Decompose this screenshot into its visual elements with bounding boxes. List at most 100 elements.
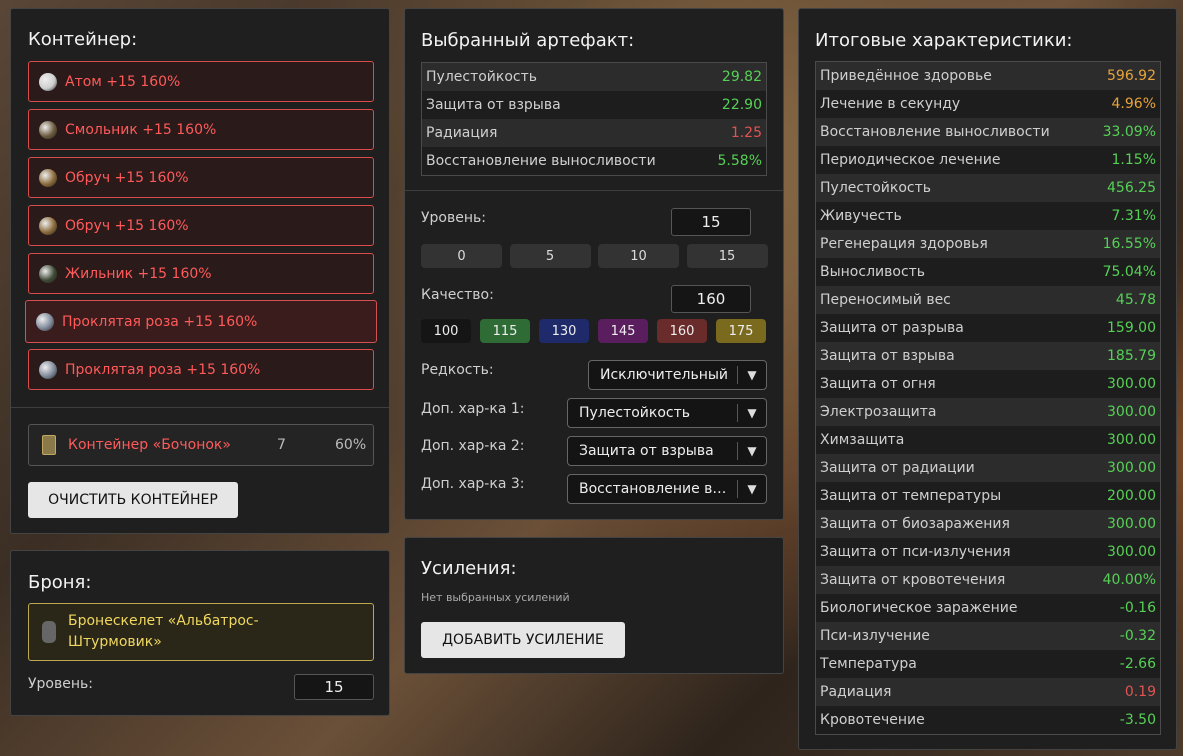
stat-row: Защита от радиации 300.00 — [816, 454, 1160, 482]
stat-value: 200.00 — [1107, 488, 1156, 504]
stat-row: Защита от разрыва 159.00 — [816, 314, 1160, 342]
stat-value: 29.82 — [721, 69, 762, 85]
stat-row: Пулестойкость 456.25 — [816, 174, 1160, 202]
rarity-select[interactable]: Исключительный ▼ — [588, 360, 767, 390]
total-stats-title: Итоговые характеристики: — [815, 30, 1073, 51]
chevron-down-icon: ▼ — [747, 406, 757, 420]
artifact-stats-table: Пулестойкость 29.82 Защита от взрыва 22.90 Р… — [421, 62, 767, 176]
extra-stat-2-select[interactable]: Защита от взрыва ▼ — [567, 436, 767, 466]
total-stats-table: Приведённое здоровье 596.92 Лечение в секу… — [815, 61, 1161, 735]
artifact-slot-label: Проклятая роза +15 160% — [62, 313, 258, 330]
add-boost-button[interactable]: ДОБАВИТЬ УСИЛЕНИЕ — [421, 622, 625, 658]
stat-row: Пулестойкость 29.82 — [422, 63, 766, 91]
quality-label: Качество: — [421, 287, 494, 303]
quality-preset-button[interactable]: 145 — [598, 319, 648, 343]
stat-row: Биологическое заражение -0.16 — [816, 594, 1160, 622]
stat-value: 300.00 — [1107, 516, 1156, 532]
ring-artifact-icon — [39, 168, 57, 187]
extra-stat-3-label: Доп. хар-ка 3: — [421, 476, 525, 492]
extra-stat-2-label: Доп. хар-ка 2: — [421, 438, 525, 454]
stat-value: 40.00% — [1102, 572, 1156, 588]
stat-value: 1.15% — [1111, 152, 1156, 168]
boosts-title: Усиления: — [421, 558, 517, 579]
stat-value: 45.78 — [1115, 292, 1156, 308]
artifact-slot[interactable]: Смольник +15 160% — [28, 109, 374, 150]
cursed-rose-artifact-icon — [36, 312, 54, 331]
quality-preset-button[interactable]: 175 — [716, 319, 766, 343]
artifact-slot-label: Жильник +15 160% — [65, 265, 212, 282]
stat-name: Приведённое здоровье — [820, 68, 992, 84]
stat-name: Защита от разрыва — [820, 320, 964, 336]
armor-level-input[interactable]: 15 — [294, 674, 374, 700]
cursed-rose-artifact-icon — [39, 360, 57, 379]
level-preset-button[interactable]: 10 — [598, 244, 679, 268]
level-preset-button[interactable]: 0 — [421, 244, 502, 268]
stat-value: 33.09% — [1102, 124, 1156, 140]
stat-row: Защита от кровотечения 40.00% — [816, 566, 1160, 594]
stat-name: Защита от кровотечения — [820, 572, 1006, 588]
barrel-protection-percent: 60% — [335, 437, 367, 453]
stat-value: -0.32 — [1119, 628, 1156, 644]
stat-row: Восстановление выносливости 5.58% — [422, 147, 766, 175]
stat-name: Пулестойкость — [426, 69, 538, 85]
stat-row: Химзащита 300.00 — [816, 426, 1160, 454]
stat-value: 1.25 — [730, 125, 762, 141]
chevron-down-icon: ▼ — [747, 444, 757, 458]
stat-name: Регенерация здоровья — [820, 236, 988, 252]
stat-value: 300.00 — [1107, 460, 1156, 476]
clear-container-button[interactable]: ОЧИСТИТЬ КОНТЕЙНЕР — [28, 482, 238, 518]
stat-value: 7.31% — [1111, 208, 1156, 224]
stat-name: Лечение в секунду — [820, 96, 961, 112]
stat-value: 16.55% — [1102, 236, 1156, 252]
divider — [405, 190, 783, 191]
stat-value: 456.25 — [1107, 180, 1156, 196]
extra-stat-1-select[interactable]: Пулестойкость ▼ — [567, 398, 767, 428]
armor-item[interactable]: Бронескелет «Альбатрос-Штурмовик» — [28, 603, 374, 661]
artifact-slot[interactable]: Проклятая роза +15 160% — [28, 349, 374, 390]
artifact-slot[interactable]: Жильник +15 160% — [28, 253, 374, 294]
level-preset-button[interactable]: 15 — [686, 244, 768, 268]
stat-row: Радиация 1.25 — [422, 119, 766, 147]
quality-preset-button[interactable]: 130 — [539, 319, 589, 343]
level-preset-button[interactable]: 5 — [509, 244, 591, 268]
total-stats-panel: Итоговые характеристики: Приведённое здо… — [798, 8, 1177, 750]
artifact-slot-label: Обруч +15 160% — [65, 217, 189, 234]
rarity-label: Редкость: — [421, 362, 494, 378]
artifact-slot[interactable]: Атом +15 160% — [28, 61, 374, 102]
quality-preset-button[interactable]: 100 — [421, 319, 471, 343]
stat-name: Пулестойкость — [820, 180, 932, 196]
stat-name: Живучесть — [820, 208, 902, 224]
barrel-slot-count: 7 — [277, 437, 286, 453]
zhilnik-artifact-icon — [39, 264, 57, 283]
stat-name: Электрозащита — [820, 404, 937, 420]
stat-row: Защита от взрыва 185.79 — [816, 342, 1160, 370]
artifact-level-input[interactable]: 15 — [671, 208, 751, 236]
stat-name: Защита от взрыва — [820, 348, 955, 364]
stat-row: Защита от биозаражения 300.00 — [816, 510, 1160, 538]
quality-input[interactable]: 160 — [671, 285, 751, 313]
stat-value: 300.00 — [1107, 376, 1156, 392]
quality-preset-button[interactable]: 115 — [480, 319, 530, 343]
stat-row: Восстановление выносливости 33.09% — [816, 118, 1160, 146]
extra-stat-3-value: Восстановление выносливости — [579, 481, 737, 497]
stat-value: 75.04% — [1102, 264, 1156, 280]
extra-stat-3-select[interactable]: Восстановление выносливости ▼ — [567, 474, 767, 504]
stat-row: Защита от пси-излучения 300.00 — [816, 538, 1160, 566]
stat-value: 5.58% — [717, 153, 762, 169]
artifact-slot[interactable]: Проклятая роза +15 160% — [25, 300, 377, 343]
stat-name: Кровотечение — [820, 712, 925, 728]
artifact-slot-label: Атом +15 160% — [65, 73, 181, 90]
artifact-slot[interactable]: Обруч +15 160% — [28, 157, 374, 198]
artifact-slot[interactable]: Обруч +15 160% — [28, 205, 374, 246]
artifact-level-label: Уровень: — [421, 210, 486, 226]
ring-artifact-icon — [39, 216, 57, 235]
quality-preset-button[interactable]: 160 — [657, 319, 707, 343]
stat-row: Защита от огня 300.00 — [816, 370, 1160, 398]
chevron-down-icon: ▼ — [747, 368, 757, 382]
container-barrel-row[interactable]: Контейнер «Бочонок» 7 60% — [28, 424, 374, 466]
stat-name: Радиация — [426, 125, 498, 141]
artifact-slot-label: Обруч +15 160% — [65, 169, 189, 186]
selected-artifact-title: Выбранный артефакт: — [421, 30, 635, 51]
stat-name: Радиация — [820, 684, 892, 700]
stat-row: Приведённое здоровье 596.92 — [816, 62, 1160, 90]
